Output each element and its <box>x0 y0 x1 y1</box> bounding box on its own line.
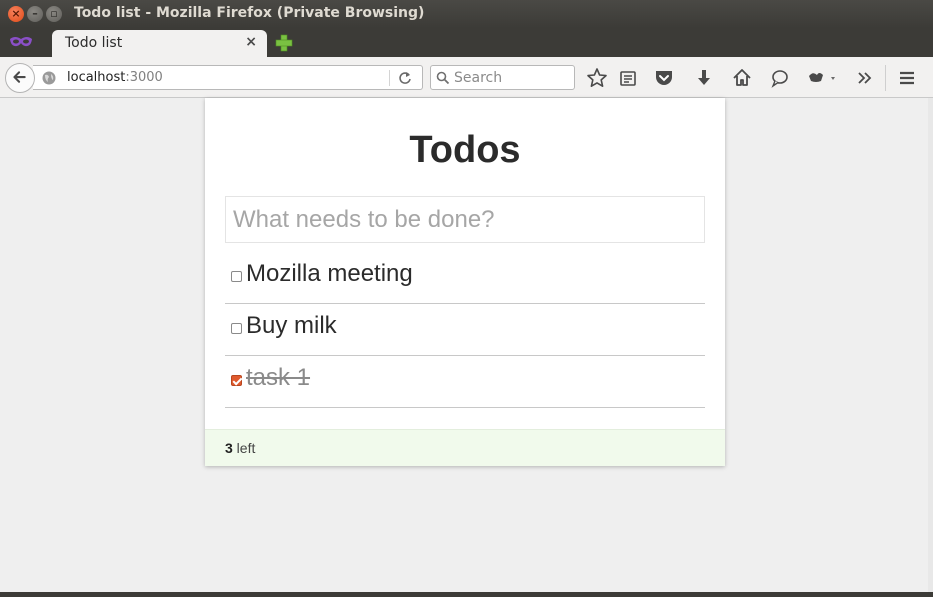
search-icon <box>436 71 450 85</box>
navigation-toolbar: localhost:3000 Search <box>0 57 933 98</box>
window-maximize-button[interactable]: ▫ <box>46 6 62 22</box>
toolbar-divider <box>885 65 886 91</box>
window-title: Todo list - Mozilla Firefox (Private Bro… <box>74 5 425 21</box>
download-icon[interactable] <box>693 67 715 89</box>
back-button[interactable] <box>5 63 35 93</box>
tab-strip: Todo list × <box>0 28 933 57</box>
window-minimize-button[interactable]: – <box>27 6 43 22</box>
reading-list-icon[interactable] <box>617 67 639 89</box>
menu-icon[interactable] <box>896 67 918 89</box>
todo-item[interactable]: Mozilla meeting <box>225 252 705 304</box>
url-divider <box>389 70 390 86</box>
tab-close-icon[interactable]: × <box>245 34 257 50</box>
extension-icon[interactable] <box>805 67 839 89</box>
window-edge <box>928 98 933 597</box>
globe-icon <box>42 71 56 85</box>
window-close-button[interactable]: × <box>8 6 24 22</box>
todo-checkbox-checked[interactable] <box>231 375 242 386</box>
window-titlebar: × – ▫ Todo list - Mozilla Firefox (Priva… <box>0 0 933 28</box>
chat-icon[interactable] <box>769 67 791 89</box>
search-box[interactable]: Search <box>430 65 575 90</box>
reload-icon[interactable] <box>397 70 413 86</box>
overflow-icon[interactable] <box>854 67 876 89</box>
new-todo-input[interactable] <box>225 196 705 243</box>
items-left-counter: 3 left <box>225 440 256 456</box>
page-title: Todos <box>409 129 521 171</box>
search-placeholder: Search <box>454 70 503 86</box>
bookmark-star-icon[interactable] <box>586 67 608 89</box>
tab-todo-list[interactable]: Todo list × <box>52 30 267 57</box>
url-bar[interactable]: localhost:3000 <box>33 65 423 90</box>
pocket-icon[interactable] <box>653 67 675 89</box>
url-text: localhost:3000 <box>67 70 163 85</box>
todo-item-completed[interactable]: task 1 <box>225 356 705 408</box>
todo-item[interactable]: Buy milk <box>225 304 705 356</box>
todo-label: task 1 <box>246 364 311 391</box>
todo-label: Buy milk <box>246 312 337 339</box>
private-browsing-icon <box>10 37 32 47</box>
window-bottom-border <box>0 592 933 597</box>
todo-footer: 3 left <box>205 429 725 466</box>
todo-app-card: Todos Mozilla meeting Buy milk task 1 3 … <box>205 98 725 466</box>
new-tab-icon[interactable] <box>275 34 293 52</box>
todo-checkbox[interactable] <box>231 271 242 282</box>
back-icon <box>13 71 26 83</box>
tab-label: Todo list <box>65 35 123 51</box>
todo-checkbox[interactable] <box>231 323 242 334</box>
todo-label: Mozilla meeting <box>246 260 413 287</box>
page-content: Todos Mozilla meeting Buy milk task 1 3 … <box>0 98 933 597</box>
home-icon[interactable] <box>731 67 753 89</box>
